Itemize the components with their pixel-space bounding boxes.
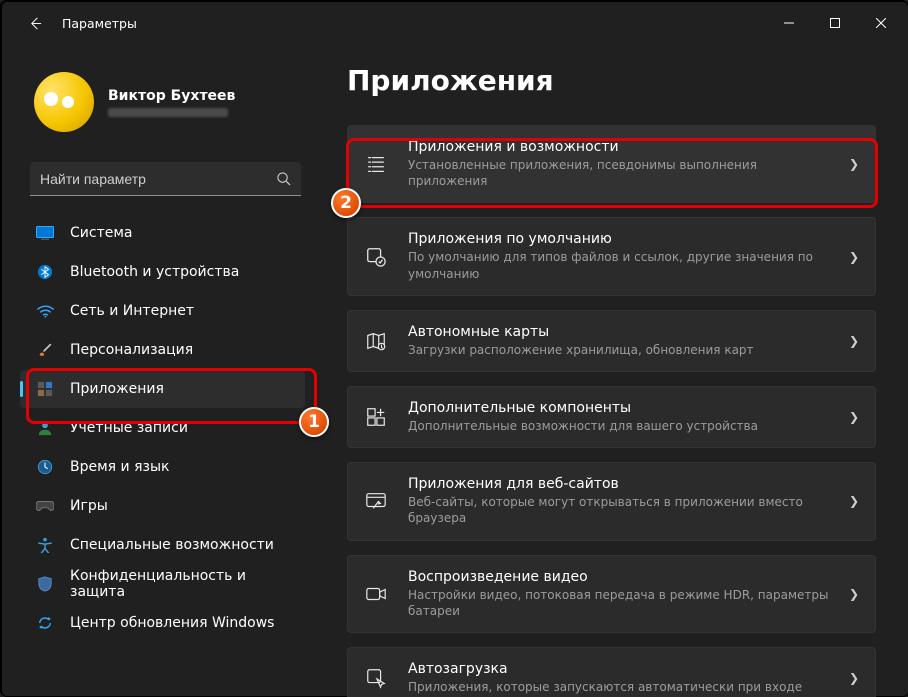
card-startup[interactable]: Автозагрузка Приложения, которые запуска…	[347, 647, 876, 697]
startup-icon	[362, 664, 390, 692]
defaults-icon	[362, 243, 390, 271]
chevron-right-icon: ❯	[849, 410, 859, 424]
window-controls	[766, 7, 904, 39]
page-title: Приложения	[347, 64, 876, 97]
sidebar-item-apps[interactable]: Приложения	[20, 370, 305, 408]
clock-icon	[36, 458, 54, 476]
card-apps-websites[interactable]: Приложения для веб-сайтов Веб-сайты, кот…	[347, 462, 876, 540]
sidebar-item-label: Сеть и Интернет	[70, 303, 194, 319]
search-box[interactable]	[30, 162, 301, 196]
sidebar-item-label: Персонализация	[70, 342, 193, 358]
card-apps-features[interactable]: Приложения и возможности Установленные п…	[347, 125, 876, 203]
sidebar-item-label: Игры	[70, 498, 108, 514]
card-title: Автозагрузка	[408, 661, 831, 677]
card-desc: Загрузки расположение хранилища, обновле…	[408, 342, 831, 358]
sidebar-item-label: Учетные записи	[70, 420, 188, 436]
user-icon	[36, 419, 54, 437]
card-title: Приложения по умолчанию	[408, 231, 831, 247]
user-block[interactable]: Виктор Бухтеев	[16, 44, 309, 142]
sidebar-item-system[interactable]: Система	[20, 214, 305, 252]
wifi-icon	[36, 302, 54, 320]
sidebar-item-label: Приложения	[70, 381, 164, 397]
card-title: Автономные карты	[408, 324, 831, 340]
sidebar-item-bluetooth[interactable]: Bluetooth и устройства	[20, 253, 305, 291]
card-offline-maps[interactable]: Автономные карты Загрузки расположение х…	[347, 310, 876, 372]
card-title: Приложения и возможности	[408, 139, 831, 155]
sidebar-item-personalization[interactable]: Персонализация	[20, 331, 305, 369]
card-desc: Дополнительные возможности для вашего ус…	[408, 418, 831, 434]
card-desc: Настройки видео, потоковая передача в ре…	[408, 587, 831, 619]
close-button[interactable]	[858, 7, 904, 39]
card-default-apps[interactable]: Приложения по умолчанию По умолчанию для…	[347, 217, 876, 295]
sidebar-item-label: Bluetooth и устройства	[70, 264, 239, 280]
sidebar-item-time[interactable]: Время и язык	[20, 448, 305, 486]
card-title: Дополнительные компоненты	[408, 400, 831, 416]
maximize-button[interactable]	[812, 7, 858, 39]
minimize-button[interactable]	[766, 7, 812, 39]
bluetooth-icon	[36, 263, 54, 281]
titlebar: Параметры	[2, 2, 908, 44]
shield-icon	[36, 575, 54, 593]
user-name: Виктор Бухтеев	[108, 88, 235, 104]
back-button[interactable]	[20, 8, 50, 38]
chevron-right-icon: ❯	[849, 157, 859, 171]
chevron-right-icon: ❯	[849, 250, 859, 264]
search-input[interactable]	[40, 171, 276, 187]
list-icon	[362, 150, 390, 178]
gamepad-icon	[36, 497, 54, 515]
webapp-icon	[362, 487, 390, 515]
components-icon	[362, 403, 390, 431]
nav: Система Bluetooth и устройства Сеть и Ин…	[16, 214, 309, 642]
card-desc: Установленные приложения, псевдонимы вып…	[408, 157, 831, 189]
main-pane: Приложения Приложения и возможности Уста…	[317, 44, 898, 697]
window-title: Параметры	[62, 16, 137, 31]
sidebar-item-update[interactable]: Центр обновления Windows	[20, 604, 305, 642]
user-email-blurred	[108, 108, 228, 117]
sidebar-item-accounts[interactable]: Учетные записи	[20, 409, 305, 447]
chevron-right-icon: ❯	[849, 334, 859, 348]
search-icon	[276, 171, 291, 186]
card-title: Воспроизведение видео	[408, 569, 831, 585]
card-desc: Веб-сайты, которые могут открываться в п…	[408, 494, 831, 526]
sidebar-item-label: Конфиденциальность и защита	[70, 568, 293, 600]
accessibility-icon	[36, 536, 54, 554]
chevron-right-icon: ❯	[849, 671, 859, 685]
sidebar-item-label: Центр обновления Windows	[70, 615, 274, 631]
system-icon	[36, 224, 54, 242]
sidebar: Виктор Бухтеев Система Bluetooth и устро…	[2, 44, 317, 697]
chevron-right-icon: ❯	[849, 494, 859, 508]
video-icon	[362, 580, 390, 608]
chevron-right-icon: ❯	[849, 587, 859, 601]
sidebar-item-network[interactable]: Сеть и Интернет	[20, 292, 305, 330]
map-icon	[362, 327, 390, 355]
sidebar-item-label: Система	[70, 225, 132, 241]
sidebar-item-accessibility[interactable]: Специальные возможности	[20, 526, 305, 564]
card-desc: Приложения, которые запускаются автомати…	[408, 679, 831, 695]
sidebar-item-label: Время и язык	[70, 459, 169, 475]
avatar	[34, 72, 94, 132]
card-desc: По умолчанию для типов файлов и ссылок, …	[408, 249, 831, 281]
sidebar-item-privacy[interactable]: Конфиденциальность и защита	[20, 565, 305, 603]
card-video-playback[interactable]: Воспроизведение видео Настройки видео, п…	[347, 555, 876, 633]
sidebar-item-gaming[interactable]: Игры	[20, 487, 305, 525]
card-optional-features[interactable]: Дополнительные компоненты Дополнительные…	[347, 386, 876, 448]
sidebar-item-label: Специальные возможности	[70, 537, 274, 553]
apps-icon	[36, 380, 54, 398]
brush-icon	[36, 341, 54, 359]
card-title: Приложения для веб-сайтов	[408, 476, 831, 492]
update-icon	[36, 614, 54, 632]
